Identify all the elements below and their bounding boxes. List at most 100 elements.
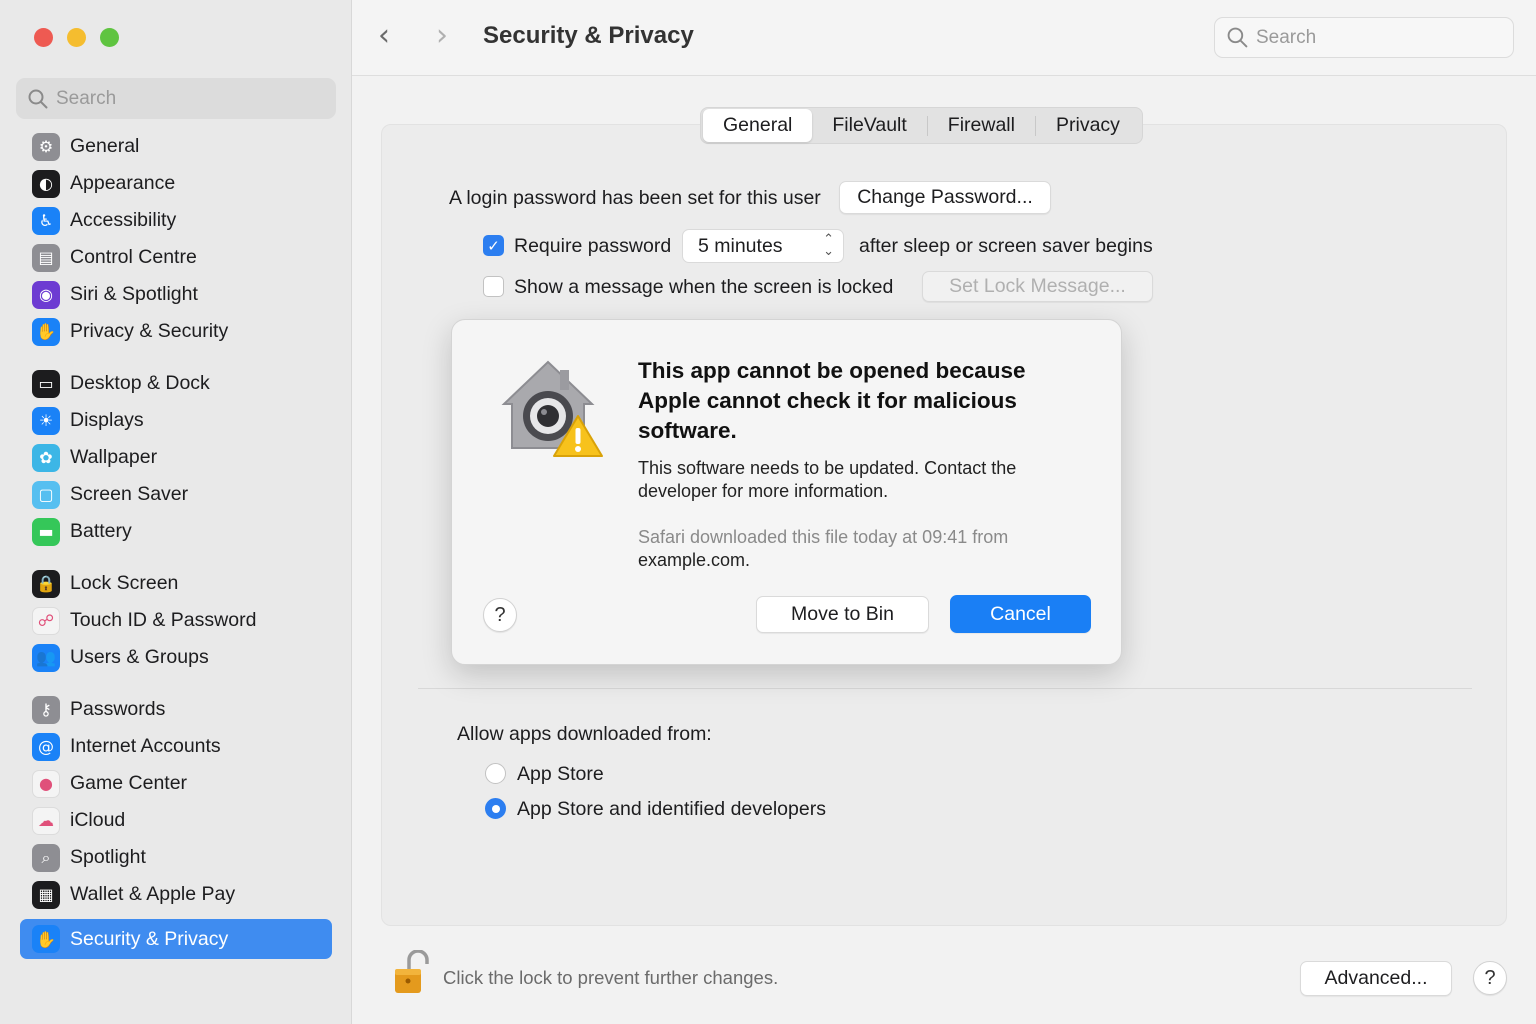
sidebar-item-screen-saver[interactable]: ▢ Screen Saver: [20, 476, 332, 513]
lock-status-text: Click the lock to prevent further change…: [443, 967, 779, 988]
traffic-lights: [34, 28, 119, 47]
change-password-button[interactable]: Change Password...: [839, 181, 1051, 214]
sidebar-item-label: iCloud: [70, 809, 126, 831]
tab-bar: General FileVault Firewall Privacy: [700, 107, 1143, 144]
sidebar-item-passwords[interactable]: ⚷ Passwords: [20, 691, 332, 728]
help-button[interactable]: ?: [1473, 961, 1507, 995]
toolbar-search-input[interactable]: [1256, 26, 1496, 49]
after-sleep-text: after sleep or screen saver begins: [859, 235, 1153, 257]
hand-icon: ✋: [32, 317, 60, 346]
sidebar: ⚙ General ◐ Appearance ♿ Accessibility ▤ Contro…: [0, 0, 352, 1024]
dialog-download-info: Safari downloaded this file today at 09:…: [638, 526, 1078, 572]
sidebar-item-control-centre[interactable]: ▤ Control Centre: [20, 239, 332, 276]
gatekeeper-house-icon: [501, 360, 603, 457]
sidebar-item-lock-screen[interactable]: 🔒 Lock Screen: [20, 565, 332, 602]
unlocked-padlock-icon[interactable]: [391, 950, 431, 996]
sidebar-item-internet-accounts[interactable]: @ Internet Accounts: [20, 728, 332, 765]
toolbar: ‹ › Security & Privacy: [352, 0, 1536, 76]
dialog-download-info-text: Safari downloaded this file today at 09:…: [638, 527, 1009, 547]
sidebar-item-displays[interactable]: ☀ Displays: [20, 402, 332, 439]
sidebar-search[interactable]: [16, 78, 336, 119]
sidebar-item-wallet-apple-pay[interactable]: ▦ Wallet & Apple Pay: [20, 876, 332, 913]
sidebar-item-label: General: [70, 135, 140, 157]
search-icon: [1227, 27, 1248, 48]
sidebar-item-appearance[interactable]: ◐ Appearance: [20, 165, 332, 202]
dialog-help-button[interactable]: ?: [483, 598, 517, 632]
sidebar-item-label: Privacy & Security: [70, 320, 229, 342]
accessibility-icon: ♿: [32, 206, 60, 235]
checkmark-icon: ✓: [487, 236, 500, 255]
sidebar-item-label: Wallpaper: [70, 446, 158, 468]
sidebar-item-label: Passwords: [70, 698, 166, 720]
key-icon: ⚷: [32, 695, 60, 724]
dialog-download-domain: example.com.: [638, 550, 751, 570]
back-button[interactable]: ‹: [378, 18, 390, 53]
password-delay-select[interactable]: 5 minutes ⌃ ⌄: [682, 229, 844, 263]
tab-privacy[interactable]: Privacy: [1036, 109, 1140, 142]
game-center-icon: ●: [32, 769, 60, 798]
sidebar-item-siri-spotlight[interactable]: ◉ Siri & Spotlight: [20, 276, 332, 313]
sidebar-item-users-groups[interactable]: 👥 Users & Groups: [20, 639, 332, 676]
magnifier-icon: ⌕: [32, 843, 60, 872]
chevron-left-icon: ‹: [378, 18, 390, 53]
toolbar-search[interactable]: [1214, 17, 1514, 58]
sidebar-item-label: Desktop & Dock: [70, 372, 210, 394]
battery-icon: ▬: [32, 517, 60, 546]
sidebar-item-general[interactable]: ⚙ General: [20, 128, 332, 165]
sidebar-item-icloud[interactable]: ☁ iCloud: [20, 802, 332, 839]
sidebar-item-label: Touch ID & Password: [70, 609, 257, 631]
sidebar-item-label: Wallet & Apple Pay: [70, 883, 236, 905]
wallet-icon: ▦: [32, 880, 60, 909]
radio-identified-developers-label: App Store and identified developers: [517, 798, 826, 820]
updown-chevron-icon: ⌃ ⌄: [823, 232, 834, 259]
show-message-checkbox[interactable]: [483, 276, 504, 297]
tab-general[interactable]: General: [703, 109, 813, 142]
sidebar-item-wallpaper[interactable]: ✿ Wallpaper: [20, 439, 332, 476]
tab-firewall[interactable]: Firewall: [928, 109, 1035, 142]
dock-icon: ▭: [32, 369, 60, 398]
close-window-button[interactable]: [34, 28, 53, 47]
forward-button[interactable]: ›: [436, 18, 448, 53]
advanced-button[interactable]: Advanced...: [1300, 961, 1452, 996]
tab-filevault[interactable]: FileVault: [812, 109, 926, 142]
password-status-text: A login password has been set for this u…: [449, 187, 821, 209]
sidebar-item-label: Users & Groups: [70, 646, 209, 668]
sidebar-item-label: Security & Privacy: [70, 927, 229, 950]
hand-icon: ✋: [32, 925, 60, 953]
sidebar-item-battery[interactable]: ▬ Battery: [20, 513, 332, 550]
sun-icon: ☀: [32, 406, 60, 435]
sidebar-list: ⚙ General ◐ Appearance ♿ Accessibility ▤ Contro…: [20, 128, 332, 959]
lock-icon: 🔒: [32, 569, 60, 598]
divider: [418, 688, 1472, 689]
sidebar-item-privacy-security[interactable]: ✋ Privacy & Security: [20, 313, 332, 350]
sidebar-search-input[interactable]: [56, 87, 316, 110]
screen-saver-icon: ▢: [32, 480, 60, 509]
dialog-message: This software needs to be updated. Conta…: [638, 458, 1017, 501]
sidebar-item-label: Control Centre: [70, 246, 197, 268]
radio-identified-developers[interactable]: [485, 798, 506, 819]
sidebar-item-touch-id-password[interactable]: ☍ Touch ID & Password: [20, 602, 332, 639]
sidebar-item-game-center[interactable]: ● Game Center: [20, 765, 332, 802]
search-icon: [28, 89, 48, 108]
sidebar-item-label: Game Center: [70, 772, 188, 794]
at-icon: @: [32, 732, 60, 761]
zoom-window-button[interactable]: [100, 28, 119, 47]
set-lock-message-button[interactable]: Set Lock Message...: [922, 271, 1153, 302]
move-to-bin-button[interactable]: Move to Bin: [756, 596, 929, 633]
control-centre-icon: ▤: [32, 243, 60, 272]
cancel-button[interactable]: Cancel: [950, 595, 1091, 633]
sidebar-item-spotlight[interactable]: ⌕ Spotlight: [20, 839, 332, 876]
sidebar-item-accessibility[interactable]: ♿ Accessibility: [20, 202, 332, 239]
sidebar-item-security-privacy[interactable]: ✋ Security & Privacy: [20, 919, 332, 959]
allow-apps-label: Allow apps downloaded from:: [457, 723, 712, 745]
radio-app-store[interactable]: [485, 763, 506, 784]
minimize-window-button[interactable]: [67, 28, 86, 47]
require-password-checkbox[interactable]: ✓: [483, 235, 504, 256]
gear-icon: ⚙: [32, 132, 60, 161]
sidebar-item-label: Accessibility: [70, 209, 177, 231]
sidebar-item-desktop-dock[interactable]: ▭ Desktop & Dock: [20, 365, 332, 402]
sidebar-item-label: Battery: [70, 520, 132, 542]
sidebar-item-label: Spotlight: [70, 846, 146, 868]
page-title: Security & Privacy: [483, 22, 694, 49]
cloud-icon: ☁: [32, 806, 60, 835]
